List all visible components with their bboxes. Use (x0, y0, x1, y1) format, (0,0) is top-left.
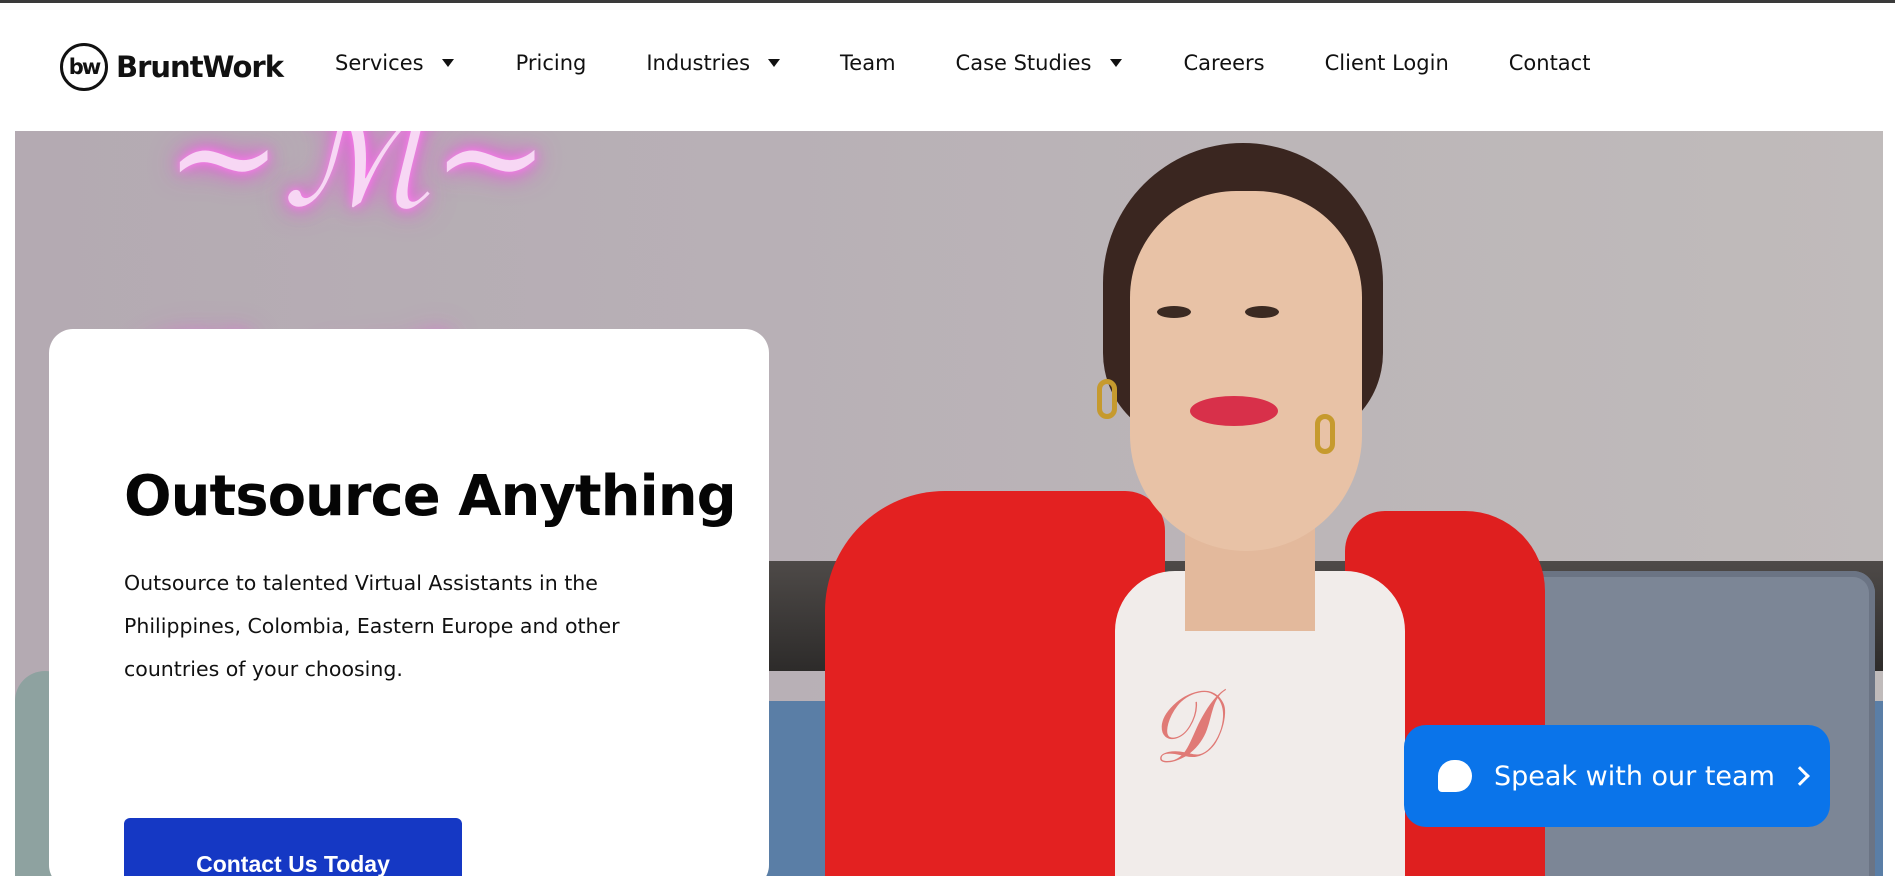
main-nav: Services Pricing Industries Team Case St… (335, 51, 1590, 75)
nav-item-case-studies[interactable]: Case Studies (956, 51, 1122, 75)
earring (1315, 414, 1335, 454)
site-header: bw BruntWork Services Pricing Industries… (0, 3, 1883, 131)
nav-item-careers[interactable]: Careers (1184, 51, 1265, 75)
hero-person-image: 𝒟 (785, 131, 1545, 876)
nav-item-client-login[interactable]: Client Login (1325, 51, 1449, 75)
neon-sign-decoration: ~ℳ~ (165, 131, 550, 239)
nav-item-team[interactable]: Team (840, 51, 896, 75)
shirt-print-decoration: 𝒟 (1136, 669, 1229, 787)
chat-widget-button[interactable]: Speak with our team (1404, 725, 1830, 827)
red-jacket (825, 491, 1165, 876)
logo-mark-icon: bw (60, 43, 108, 91)
earring (1097, 379, 1117, 419)
nav-label: Careers (1183, 51, 1265, 75)
nav-label: Services (335, 51, 424, 75)
caret-down-icon (1109, 59, 1122, 67)
hero-description: Outsource to talented Virtual Assistants… (124, 571, 620, 681)
brand-logo[interactable]: bw BruntWork (60, 43, 284, 91)
chat-label: Speak with our team (1494, 760, 1775, 792)
chevron-right-icon (1789, 766, 1810, 786)
brand-name: BruntWork (116, 50, 284, 84)
nav-label: Industries (646, 51, 751, 75)
lips (1190, 396, 1278, 426)
nav-item-industries[interactable]: Industries (646, 51, 781, 75)
nav-label: Case Studies (955, 51, 1092, 75)
nav-item-pricing[interactable]: Pricing (516, 51, 587, 75)
nav-label: Pricing (515, 51, 587, 75)
caret-down-icon (768, 59, 781, 67)
nav-label: Team (840, 51, 896, 75)
nav-item-contact[interactable]: Contact (1509, 51, 1591, 75)
hero-card: Outsource Anything Outsource to talented… (49, 329, 769, 876)
chat-bubble-icon (1438, 760, 1472, 792)
caret-down-icon (441, 59, 454, 67)
contact-us-button[interactable]: Contact Us Today (124, 818, 462, 876)
nav-item-services[interactable]: Services (335, 51, 454, 75)
hero-title: Outsource Anything (124, 464, 737, 529)
nav-label: Contact (1508, 51, 1591, 75)
nav-label: Client Login (1324, 51, 1449, 75)
eye (1157, 306, 1191, 318)
eye (1245, 306, 1279, 318)
face (1130, 191, 1362, 551)
